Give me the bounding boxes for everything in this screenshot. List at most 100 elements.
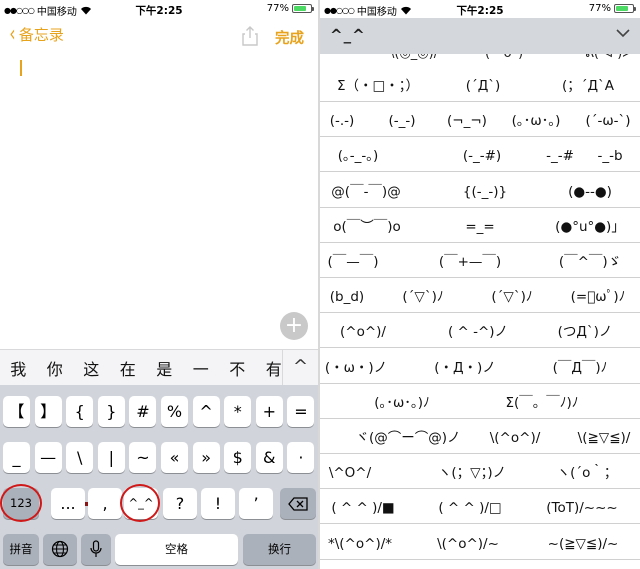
kaomoji-item[interactable]: (-_-#) [463, 141, 501, 172]
kaomoji-item[interactable]: (；´Д`A [562, 71, 614, 102]
kaomoji-item[interactable]: ヾ(@⌒ー⌒@)ノ [355, 423, 460, 454]
kaomoji-item[interactable]: (^o^)/ [340, 317, 386, 348]
kaomoji-item[interactable]: (b_d) [330, 282, 364, 313]
candidate-item[interactable]: 不 [219, 356, 256, 380]
kaomoji-row: ( ^ ^ )/■ ( ^ ^ )/□ (ToT)/~~~ [320, 493, 640, 525]
kaomoji-item[interactable]: (￣Д￣)ﾉ [553, 353, 608, 384]
candidate-item[interactable]: 一 [183, 356, 220, 380]
key[interactable]: ... [51, 488, 85, 519]
kaomoji-item[interactable]: -_-# [546, 141, 574, 172]
key[interactable]: — [34, 442, 62, 473]
key[interactable]: } [97, 396, 125, 427]
key[interactable]: · [287, 442, 315, 473]
kaomoji-item[interactable]: o(￣︶￣)o [333, 212, 401, 243]
language-key[interactable] [43, 534, 77, 565]
back-label: 备忘录 [18, 26, 64, 44]
done-button[interactable]: 完成 [275, 27, 304, 48]
key[interactable]: & [255, 442, 283, 473]
kaomoji-item[interactable]: \(◎_◎)/ [390, 54, 438, 61]
key[interactable]: _ [3, 442, 30, 473]
kaomoji-item[interactable]: (・ω・)ノ [325, 353, 387, 384]
key[interactable]: 】 [34, 396, 62, 427]
delete-key[interactable] [280, 488, 316, 519]
kaomoji-item[interactable]: (-_-) [388, 106, 415, 137]
kaomoji-item[interactable]: \(^o^)/ [490, 423, 541, 454]
key[interactable]: % [161, 396, 188, 427]
key[interactable]: # [129, 396, 157, 427]
key[interactable]: { [66, 396, 94, 427]
key[interactable]: + [255, 396, 283, 427]
kaomoji-item[interactable]: (´▽`)ﾉ [491, 282, 532, 313]
kaomoji-item[interactable]: (●--●) [568, 177, 612, 208]
kaomoji-item[interactable]: ヽ(´o｀； [557, 458, 618, 489]
key[interactable]: ! [201, 488, 235, 519]
kaomoji-item[interactable]: (●°u°●)」 [555, 212, 625, 243]
kaomoji-item[interactable]: (¬_¬) [447, 106, 487, 137]
candidate-item[interactable]: 你 [37, 356, 74, 380]
share-icon[interactable] [242, 26, 258, 46]
kaomoji-item[interactable]: ( ^ ^ )/□ [438, 493, 501, 524]
kaomoji-item[interactable]: ~(≧▽≦)/~ [548, 529, 619, 560]
key[interactable]: | [97, 442, 125, 473]
key[interactable]: ’ [239, 488, 273, 519]
key[interactable]: 【 [3, 396, 30, 427]
kaomoji-item[interactable]: (・Д・)ノ [434, 353, 496, 384]
candidates-expand-button[interactable]: ^ [282, 350, 318, 385]
return-key[interactable]: 换行 [243, 534, 316, 565]
key[interactable]: » [192, 442, 220, 473]
text-cursor[interactable] [20, 60, 22, 76]
candidate-item[interactable]: 我 [0, 356, 37, 380]
kaomoji-item[interactable]: =_= [465, 212, 494, 243]
battery-icon [292, 4, 314, 13]
kaomoji-row: (^o^)/ ( ^ -^)ノ (つД`)ノ [320, 317, 640, 349]
candidate-item[interactable]: 在 [110, 356, 147, 380]
kaomoji-item[interactable]: @(￣-￣)@ [331, 177, 400, 208]
kaomoji-item[interactable]: (￣+—￣) [439, 247, 501, 278]
space-key[interactable]: 空格 [115, 534, 238, 565]
kaomoji-row: (b_d) (´▽`)ﾉ (´▽`)ﾉ (=ﾟωﾟ)ﾉ [320, 282, 640, 314]
kaomoji-item[interactable]: Σ（・□・；） [337, 71, 419, 102]
kaomoji-item[interactable]: (￣—￣) [327, 247, 378, 278]
kaomoji-item[interactable]: ᕕ( ᐛ )ᕗ [585, 54, 632, 61]
kaomoji-item[interactable]: (｡-_-｡) [338, 141, 379, 172]
kaomoji-item[interactable]: (´▽`)ﾉ [402, 282, 443, 313]
key[interactable]: , [88, 488, 122, 519]
key[interactable]: $ [224, 442, 252, 473]
key[interactable]: ^ [192, 396, 220, 427]
candidate-item[interactable]: 这 [73, 356, 110, 380]
kaomoji-item[interactable]: (｡･ω･｡)ﾉ [374, 388, 430, 419]
kaomoji-item[interactable]: ( ^ -^)ノ [448, 317, 508, 348]
kaomoji-item[interactable]: (￣^￣)ゞ [559, 247, 621, 278]
kaomoji-item[interactable]: Σ(￣。￣ﾉ)ﾉ [505, 388, 578, 419]
key[interactable]: \ [66, 442, 94, 473]
kaomoji-item[interactable]: \^O^/ [329, 458, 371, 489]
kaomoji-item[interactable]: (つД`)ノ [558, 317, 613, 348]
candidate-item[interactable]: 是 [146, 356, 183, 380]
kaomoji-screen: ●●○○○ 中国移动 下午2:25 77% ^_^ \(◎_◎)/ (′° ᴗ°)… [320, 0, 640, 569]
kaomoji-item[interactable]: ヽ(；▽；)ノ [438, 458, 506, 489]
kaomoji-item[interactable]: *\(^o^)/* [328, 529, 392, 560]
kaomoji-item[interactable]: -_-b [597, 141, 622, 172]
kaomoji-item[interactable]: (-.-) [330, 106, 355, 137]
kaomoji-item[interactable]: (=ﾟωﾟ)ﾉ [571, 282, 626, 313]
kaomoji-item[interactable]: \(^o^)/~ [437, 529, 499, 560]
kaomoji-item[interactable]: ( ^ ^ )/■ [331, 493, 394, 524]
pinyin-key[interactable]: 拼音 [3, 534, 39, 565]
add-button[interactable]: + [280, 312, 308, 340]
kaomoji-item[interactable]: (´Д`) [466, 71, 501, 102]
kaomoji-item[interactable]: \(≧▽≦)/ [578, 423, 631, 454]
kaomoji-item[interactable]: (´-ω-`) [585, 106, 630, 137]
key[interactable]: = [287, 396, 315, 427]
key[interactable]: * [224, 396, 252, 427]
chevron-down-icon[interactable] [616, 28, 630, 38]
dictation-key[interactable] [81, 534, 111, 565]
kaomoji-item[interactable]: (｡･ω･｡) [512, 106, 561, 137]
kaomoji-item[interactable]: (ToT)/~~~ [546, 493, 617, 524]
key[interactable]: « [161, 442, 188, 473]
backspace-icon [288, 497, 308, 511]
kaomoji-item[interactable]: {(-_-)} [463, 177, 507, 208]
back-button[interactable]: ‹ 备忘录 [8, 23, 64, 45]
key[interactable]: ~ [129, 442, 157, 473]
kaomoji-item[interactable]: (′° ᴗ°) [485, 54, 523, 61]
key[interactable]: ? [163, 488, 197, 519]
